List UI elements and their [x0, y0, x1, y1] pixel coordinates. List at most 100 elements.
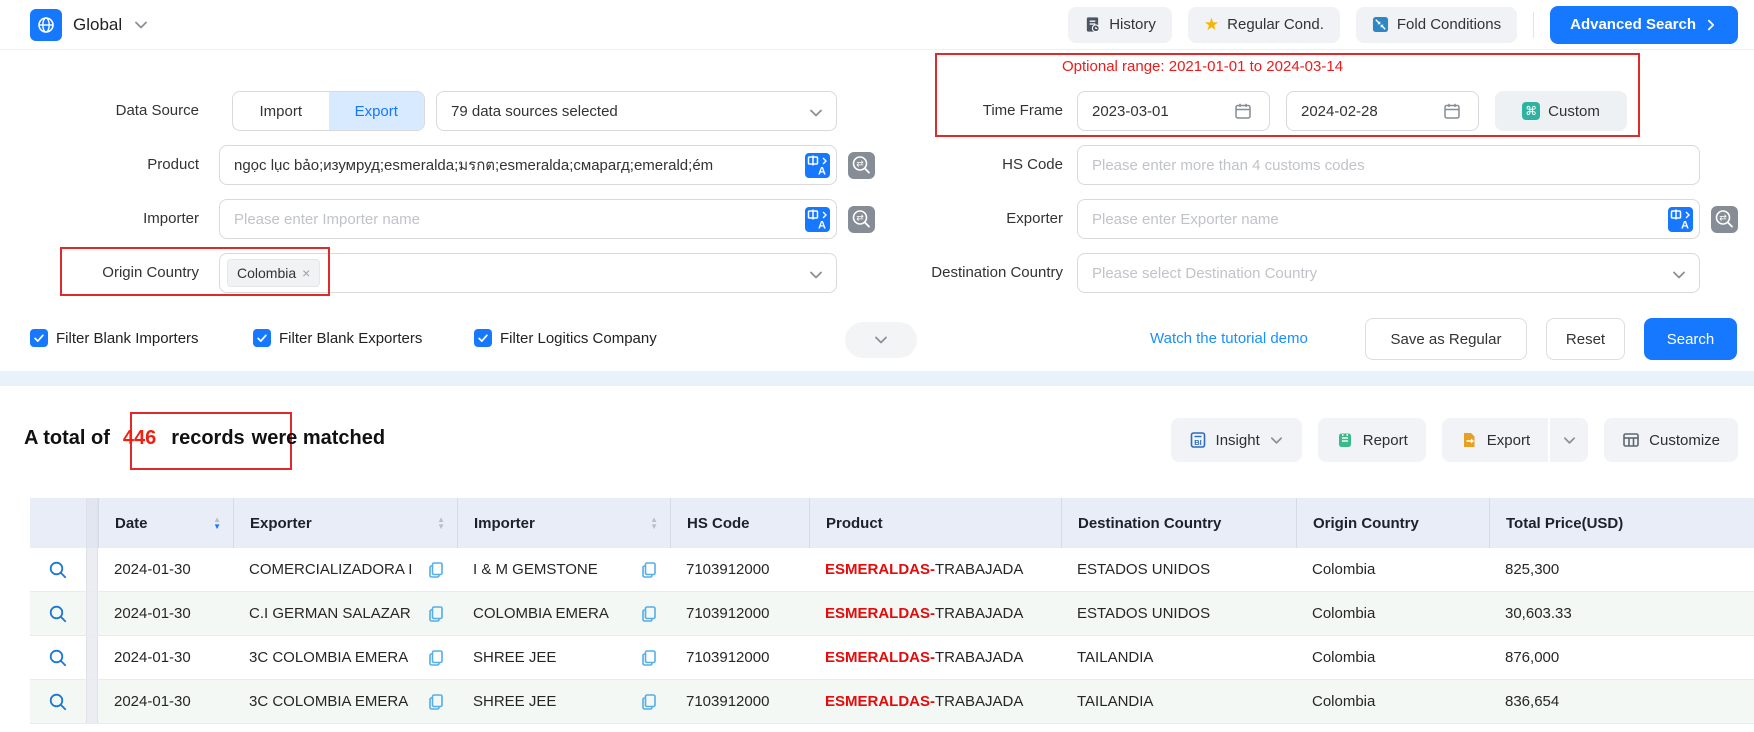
- table-row: 2024-01-30 3C COLOMBIA EMERA SHREE JEE 7…: [30, 636, 1754, 680]
- cell-total-price: 825,300: [1489, 548, 1754, 591]
- exporter-input[interactable]: [1077, 199, 1700, 239]
- expand-conditions-button[interactable]: [845, 322, 917, 358]
- copy-icon[interactable]: [427, 693, 445, 711]
- report-button[interactable]: Report: [1318, 418, 1426, 462]
- calendar-icon[interactable]: [1234, 102, 1252, 120]
- importer-name[interactable]: SHREE JEE: [473, 693, 556, 710]
- product-keyword-highlight: ESMERALDAS-: [825, 693, 935, 710]
- synonym-search-icon[interactable]: [1711, 206, 1738, 233]
- importer-name[interactable]: I & M GEMSTONE: [473, 561, 598, 578]
- cell-origin: Colombia: [1296, 548, 1489, 591]
- importer-name[interactable]: COLOMBIA EMERA: [473, 605, 609, 622]
- chevron-down-icon: [873, 332, 889, 348]
- fold-conditions-button[interactable]: Fold Conditions: [1356, 7, 1517, 43]
- chevron-down-icon: [1562, 433, 1577, 448]
- sort-icons[interactable]: ▲▼: [650, 516, 658, 530]
- import-segment[interactable]: Import: [233, 92, 329, 130]
- exporter-name[interactable]: COMERCIALIZADORA I: [249, 561, 412, 578]
- customize-button[interactable]: Customize: [1604, 418, 1738, 462]
- reset-button[interactable]: Reset: [1546, 318, 1625, 360]
- cell-origin: Colombia: [1296, 636, 1489, 679]
- export-segment[interactable]: Export: [329, 92, 425, 130]
- copy-icon[interactable]: [427, 649, 445, 667]
- product-keyword-highlight: ESMERALDAS-: [825, 605, 935, 622]
- cell-exporter: C.I GERMAN SALAZAR: [233, 592, 457, 635]
- cell-exporter: COMERCIALIZADORA I: [233, 548, 457, 591]
- destination-country-select[interactable]: Please select Destination Country: [1077, 253, 1700, 293]
- remove-tag-icon[interactable]: ×: [302, 265, 310, 281]
- cell-origin: Colombia: [1296, 680, 1489, 723]
- results-summary: A total of 446 records were matched: [24, 427, 385, 450]
- header-label: Date: [115, 515, 148, 532]
- cell-product: ESMERALDAS- TRABAJADA: [809, 592, 1061, 635]
- cell-importer: SHREE JEE: [457, 680, 670, 723]
- cell-destination: ESTADOS UNIDOS: [1061, 548, 1296, 591]
- optional-range-annotation: Optional range: 2021-01-01 to 2024-03-14: [1062, 58, 1343, 75]
- copy-icon[interactable]: [640, 693, 658, 711]
- copy-icon[interactable]: [640, 605, 658, 623]
- exporter-name[interactable]: 3C COLOMBIA EMERA: [249, 649, 408, 666]
- filter-row-datasource-timeframe: Data Source Import Export 79 data source…: [0, 91, 1754, 131]
- view-detail-icon[interactable]: [48, 692, 68, 712]
- advanced-search-button[interactable]: Advanced Search: [1550, 6, 1738, 44]
- cell-hs-code: 7103912000: [670, 680, 809, 723]
- product-rest: TRABAJADA: [935, 649, 1023, 666]
- calendar-icon[interactable]: [1443, 102, 1461, 120]
- region-selector[interactable]: Global: [30, 9, 149, 41]
- header-destination-country: Destination Country: [1061, 498, 1296, 548]
- results-suffix: were matched: [252, 427, 385, 450]
- sort-icons[interactable]: ▲▼: [213, 516, 221, 530]
- star-icon: ★: [1204, 15, 1219, 35]
- insight-button[interactable]: Insight: [1171, 418, 1302, 462]
- data-source-label: Data Source: [0, 91, 199, 131]
- importer-input[interactable]: [219, 199, 837, 239]
- exporter-name[interactable]: 3C COLOMBIA EMERA: [249, 693, 408, 710]
- header-date[interactable]: Date ▲▼: [98, 498, 233, 548]
- filter-row-origin-destination: Origin Country Colombia × Destination Co…: [0, 253, 1754, 293]
- history-icon: [1084, 16, 1101, 33]
- fold-conditions-label: Fold Conditions: [1397, 16, 1501, 33]
- product-keyword-highlight: ESMERALDAS-: [825, 561, 935, 578]
- copy-icon[interactable]: [640, 649, 658, 667]
- sort-icons[interactable]: ▲▼: [437, 516, 445, 530]
- translate-icon[interactable]: [1668, 207, 1693, 232]
- header-hs-code: HS Code: [670, 498, 809, 548]
- tutorial-demo-link[interactable]: Watch the tutorial demo: [1150, 330, 1308, 347]
- product-keyword-highlight: ESMERALDAS-: [825, 649, 935, 666]
- copy-icon[interactable]: [427, 561, 445, 579]
- exporter-name[interactable]: C.I GERMAN SALAZAR: [249, 605, 411, 622]
- search-button[interactable]: Search: [1644, 318, 1737, 360]
- header-strip: [86, 498, 98, 548]
- hs-code-input[interactable]: [1077, 145, 1700, 185]
- view-detail-icon[interactable]: [48, 560, 68, 580]
- results-prefix: A total of: [24, 427, 110, 450]
- header-importer[interactable]: Importer ▲▼: [457, 498, 670, 548]
- chevron-down-icon: [1671, 267, 1687, 283]
- top-bar: Global History ★ Regular Cond. Fold Cond…: [0, 0, 1754, 50]
- importer-name[interactable]: SHREE JEE: [473, 649, 556, 666]
- view-detail-icon[interactable]: [48, 604, 68, 624]
- view-detail-icon[interactable]: [48, 648, 68, 668]
- row-strip: [86, 592, 98, 635]
- product-rest: TRABAJADA: [935, 605, 1023, 622]
- filter-blank-exporters-checkbox[interactable]: Filter Blank Exporters: [253, 329, 422, 347]
- customize-icon: [1622, 431, 1640, 449]
- hs-code-label: HS Code: [770, 145, 1063, 185]
- origin-country-select[interactable]: Colombia ×: [219, 253, 837, 293]
- export-button[interactable]: Export: [1442, 418, 1548, 462]
- custom-range-button[interactable]: ⌘ Custom: [1495, 91, 1627, 131]
- export-options-button[interactable]: [1550, 418, 1588, 462]
- checkbox-label: Filter Blank Importers: [56, 330, 199, 347]
- report-label: Report: [1363, 432, 1408, 449]
- filter-logistics-company-checkbox[interactable]: Filter Logitics Company: [474, 329, 657, 347]
- history-button[interactable]: History: [1068, 7, 1172, 43]
- export-label: Export: [1487, 432, 1530, 449]
- header-exporter[interactable]: Exporter ▲▼: [233, 498, 457, 548]
- copy-icon[interactable]: [640, 561, 658, 579]
- save-as-regular-button[interactable]: Save as Regular: [1365, 318, 1527, 360]
- filter-blank-importers-checkbox[interactable]: Filter Blank Importers: [30, 329, 199, 347]
- copy-icon[interactable]: [427, 605, 445, 623]
- row-strip: [86, 636, 98, 679]
- regular-cond-button[interactable]: ★ Regular Cond.: [1188, 7, 1340, 43]
- product-input[interactable]: [219, 145, 837, 185]
